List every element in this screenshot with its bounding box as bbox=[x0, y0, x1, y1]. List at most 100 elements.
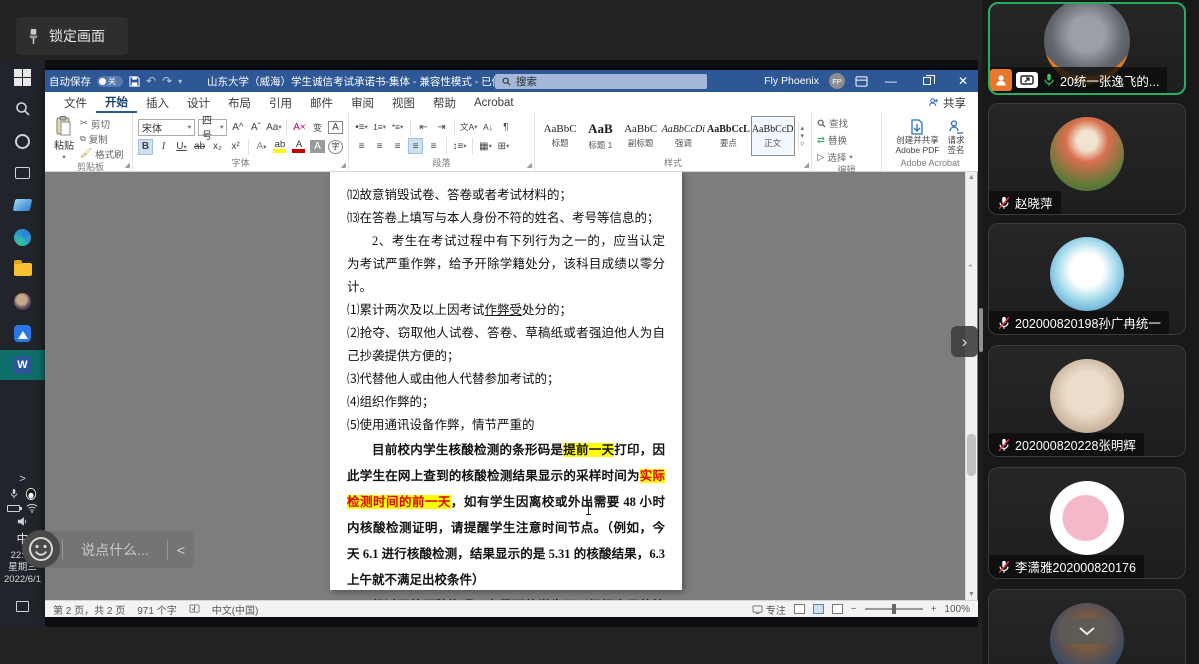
sidebar-divider-handle[interactable] bbox=[979, 308, 983, 352]
battery-icon[interactable] bbox=[7, 504, 22, 512]
font-size-select[interactable]: 四号 ▾ bbox=[198, 116, 228, 142]
sort-button[interactable]: A↓ bbox=[480, 119, 495, 135]
zoom-in-button[interactable]: + bbox=[931, 604, 937, 615]
participant-tile[interactable]: 20统一张逸飞的... bbox=[988, 2, 1186, 95]
select-button[interactable]: ▷ 选择 ▾ bbox=[817, 150, 853, 165]
clipboard-dialog-launcher[interactable]: ◢ bbox=[125, 161, 130, 169]
edge-browser-icon[interactable] bbox=[0, 222, 45, 252]
strikethrough-button[interactable]: ab bbox=[192, 139, 207, 155]
paragraph-dialog-launcher[interactable]: ◢ bbox=[527, 161, 532, 169]
shrink-font-button[interactable]: Aˇ bbox=[248, 119, 263, 135]
shading-button[interactable]: ▦ ▾ bbox=[478, 138, 493, 154]
underline-button[interactable]: U ▾ bbox=[174, 139, 189, 155]
minimize-button[interactable]: — bbox=[878, 74, 904, 88]
line-spacing-button[interactable]: ↕≡ ▾ bbox=[452, 138, 467, 154]
numbering-button[interactable]: 1≡ ▾ bbox=[372, 119, 387, 135]
tab-home[interactable]: 开始 bbox=[96, 92, 137, 113]
document-page[interactable]: ⑿故意销毁试卷、答卷或者考试材料的； ⒀在答卷上填写与本人身份不符的姓名、考号等信… bbox=[330, 172, 682, 600]
lock-screen-button[interactable]: 锁定画面 bbox=[16, 17, 128, 55]
justify-button[interactable]: ≡ bbox=[408, 138, 423, 154]
read-mode-button[interactable] bbox=[793, 604, 805, 614]
bullets-button[interactable]: •≡ ▾ bbox=[354, 119, 369, 135]
clear-formatting-button[interactable]: A× bbox=[292, 119, 307, 135]
styles-gallery-scroll[interactable]: ▴ ▾ ▿ bbox=[797, 122, 807, 150]
participant-tile[interactable]: 202000820198孙广冉统一 bbox=[988, 223, 1186, 335]
account-avatar[interactable]: FP bbox=[829, 73, 845, 89]
zoom-slider[interactable] bbox=[864, 604, 923, 615]
scroll-more-participants-button[interactable] bbox=[1059, 618, 1115, 644]
character-border-button[interactable]: A bbox=[328, 120, 343, 134]
file-explorer-icon[interactable] bbox=[0, 254, 45, 284]
participant-tile[interactable]: 李潇雅202000820176 bbox=[988, 467, 1186, 579]
font-name-select[interactable]: 宋体 ▾ bbox=[138, 118, 196, 136]
character-shading-button[interactable]: A bbox=[310, 140, 325, 153]
copy-button[interactable]: ⧉ 复制 bbox=[80, 132, 124, 146]
tab-design[interactable]: 设计 bbox=[178, 92, 219, 113]
zoom-level[interactable]: 100% bbox=[944, 604, 970, 615]
asian-layout-button[interactable]: 文A ▾ bbox=[460, 119, 477, 135]
style-normal[interactable]: AaBbCcD 正文 bbox=[750, 116, 795, 156]
multilevel-list-button[interactable]: *≡ ▾ bbox=[390, 119, 405, 135]
zoom-slider-thumb[interactable] bbox=[891, 604, 896, 615]
tab-view[interactable]: 视图 bbox=[383, 92, 424, 113]
tray-qq-icon[interactable] bbox=[25, 488, 37, 500]
chat-input-bar[interactable]: 说点什么... < bbox=[46, 531, 194, 568]
subscript-button[interactable]: x₂ bbox=[210, 139, 225, 155]
focus-mode-button[interactable]: 专注 bbox=[752, 602, 786, 617]
change-case-button[interactable]: Aa ▾ bbox=[266, 119, 282, 135]
language-indicator[interactable]: 中文(中国) bbox=[212, 602, 259, 617]
qq-app-icon[interactable] bbox=[0, 286, 45, 316]
tab-file[interactable]: 文件 bbox=[55, 92, 96, 113]
decrease-indent-button[interactable]: ⇤ bbox=[416, 119, 431, 135]
start-button[interactable] bbox=[0, 62, 45, 92]
tab-review[interactable]: 审阅 bbox=[342, 92, 383, 113]
chat-input-placeholder[interactable]: 说点什么... bbox=[63, 540, 167, 560]
participant-tile[interactable]: 赵晓萍 bbox=[988, 103, 1186, 215]
vertical-scrollbar[interactable]: ▲ ▼ bbox=[965, 172, 977, 600]
taskbar-search-icon[interactable] bbox=[0, 94, 45, 124]
grow-font-button[interactable]: A^ bbox=[230, 119, 245, 135]
enclose-characters-button[interactable]: 字 bbox=[328, 139, 343, 154]
speaker-icon[interactable] bbox=[17, 516, 29, 527]
show-marks-button[interactable]: ¶ bbox=[498, 119, 513, 135]
scrollbar-thumb[interactable] bbox=[967, 434, 976, 476]
tray-mic-icon[interactable] bbox=[9, 488, 19, 500]
style-emphasis[interactable]: AaBbCcDi 强调 bbox=[661, 116, 706, 156]
meeting-app-icon[interactable] bbox=[0, 318, 45, 348]
paste-button[interactable]: 粘贴 ▾ bbox=[54, 116, 74, 161]
word-taskbar-icon[interactable]: W bbox=[0, 350, 45, 380]
bold-button[interactable]: B bbox=[138, 138, 153, 155]
zoom-out-button[interactable]: − bbox=[851, 604, 857, 615]
align-left-button[interactable]: ≡ bbox=[354, 138, 369, 154]
phonetic-guide-button[interactable]: 变 bbox=[310, 119, 325, 135]
proofing-icon[interactable] bbox=[189, 604, 200, 614]
web-layout-button[interactable] bbox=[831, 604, 843, 614]
tab-references[interactable]: 引用 bbox=[260, 92, 301, 113]
scroll-down-icon[interactable]: ▼ bbox=[968, 591, 975, 598]
sidebar-collapse-button[interactable]: › bbox=[951, 326, 978, 357]
find-button[interactable]: 查找 bbox=[817, 116, 853, 130]
tab-help[interactable]: 帮助 bbox=[424, 92, 465, 113]
notification-center-icon[interactable] bbox=[0, 591, 45, 621]
share-button[interactable]: 共享 bbox=[928, 95, 966, 111]
remote-desktop-app-icon[interactable] bbox=[0, 190, 45, 220]
font-dialog-launcher[interactable]: ◢ bbox=[341, 161, 346, 169]
scroll-up-icon[interactable]: ▲ bbox=[968, 174, 975, 181]
create-pdf-button[interactable]: 创建并共享 Adobe PDF bbox=[896, 118, 939, 155]
font-color-button[interactable]: A bbox=[291, 140, 307, 153]
task-view-icon[interactable] bbox=[0, 158, 45, 188]
participant-tile[interactable]: 202000820228张明辉 bbox=[988, 345, 1186, 457]
print-layout-button[interactable] bbox=[812, 604, 824, 614]
restore-button[interactable] bbox=[914, 74, 940, 88]
style-keypoints[interactable]: AaBbCcL 要点 bbox=[706, 116, 751, 156]
account-name[interactable]: Fly Phoenix bbox=[764, 75, 819, 87]
autosave-toggle[interactable]: 关 bbox=[97, 75, 123, 87]
cut-button[interactable]: ✂ 剪切 bbox=[80, 117, 124, 131]
style-heading1[interactable]: AaB 标题 1 bbox=[580, 116, 620, 156]
increase-indent-button[interactable]: ⇥ bbox=[434, 119, 449, 135]
styles-dialog-launcher[interactable]: ◢ bbox=[804, 161, 809, 169]
chat-collapse-icon[interactable]: < bbox=[168, 542, 194, 558]
search-box[interactable]: 搜索 bbox=[495, 73, 707, 89]
style-subtitle[interactable]: AaBbC 副标题 bbox=[620, 116, 660, 156]
replace-button[interactable]: ⇄ 替换 bbox=[817, 133, 853, 148]
